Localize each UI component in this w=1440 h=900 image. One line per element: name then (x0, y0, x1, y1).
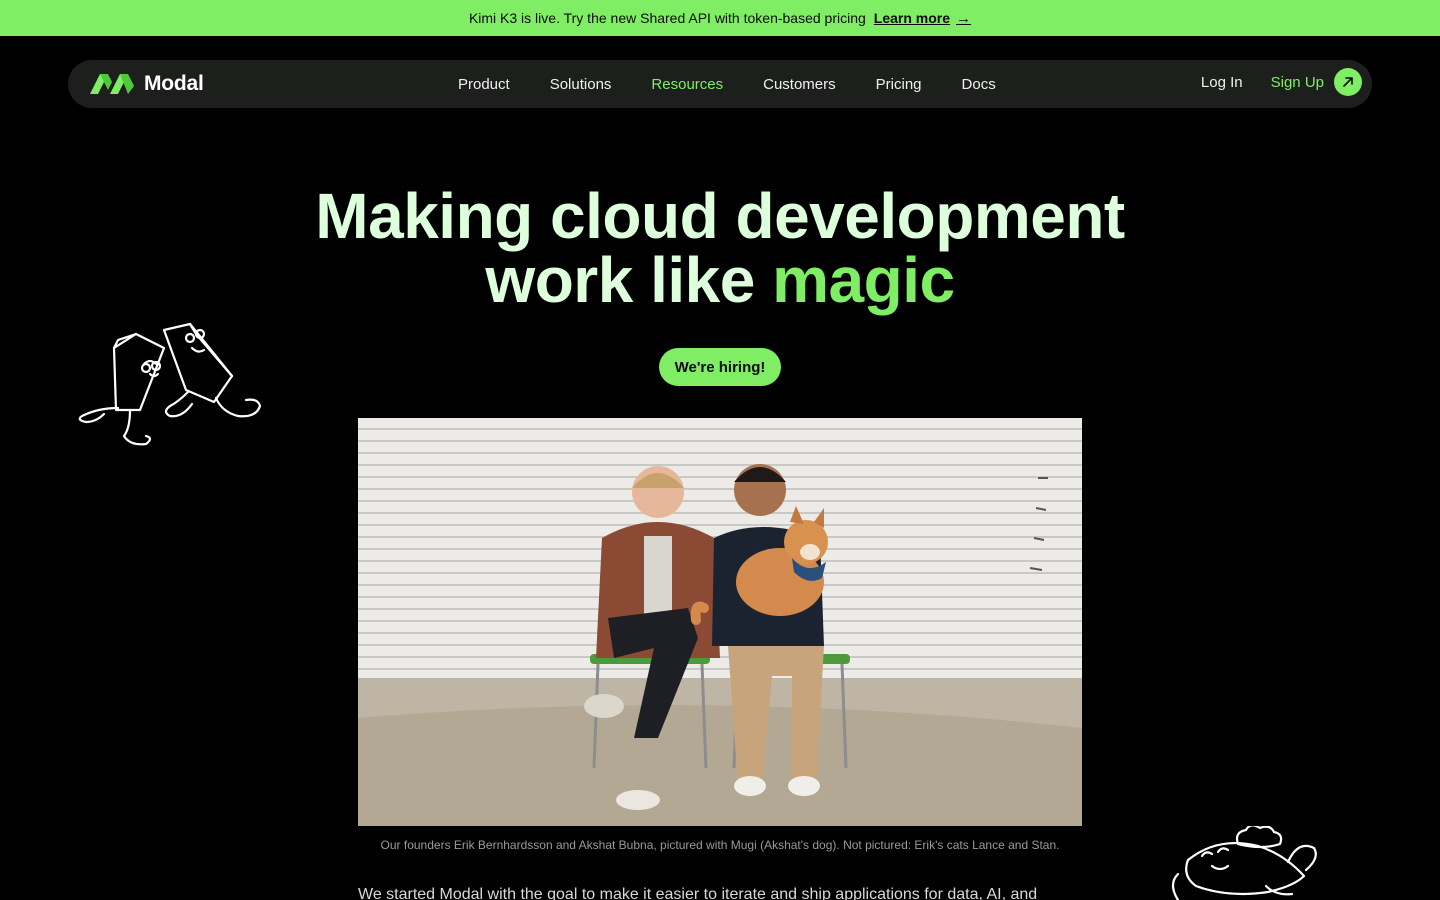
nav-item-docs[interactable]: Docs (962, 76, 996, 93)
flying-mascot-illustration (1171, 826, 1317, 900)
nav-links: Product Solutions Resources Customers Pr… (458, 60, 996, 108)
nav-item-customers[interactable]: Customers (763, 76, 836, 93)
signup-label: Sign Up (1270, 73, 1324, 91)
hero-line-2-prefix: work like (485, 244, 773, 316)
nav-item-pricing[interactable]: Pricing (876, 76, 922, 93)
arrow-up-right-icon (1334, 68, 1362, 96)
nav-item-resources[interactable]: Resources (651, 76, 723, 93)
arrow-right-icon: → (956, 9, 972, 27)
learn-more-link[interactable]: Learn more → (874, 10, 971, 27)
nav-item-solutions[interactable]: Solutions (550, 76, 612, 93)
login-link[interactable]: Log In (1201, 74, 1243, 91)
nav-item-product[interactable]: Product (458, 76, 510, 93)
nav-actions: Log In Sign Up (1201, 68, 1362, 96)
founders-photo (358, 418, 1082, 826)
logo-wordmark: Modal (144, 72, 204, 95)
intro-paragraph: We started Modal with the goal to make i… (358, 886, 1038, 900)
top-navigation: Modal Product Solutions Resources Custom… (68, 60, 1372, 108)
hero-highlight: magic (772, 244, 955, 316)
hero-line-1: Making cloud development (315, 180, 1125, 252)
modal-logo[interactable]: Modal (90, 72, 204, 96)
announcement-banner: Kimi K3 is live. Try the new Shared API … (0, 0, 1440, 36)
modal-logo-icon (90, 74, 134, 94)
banner-text: Kimi K3 is live. Try the new Shared API … (468, 10, 866, 26)
signup-button[interactable]: Sign Up (1271, 68, 1362, 96)
walking-blocks-illustration (78, 322, 262, 446)
learn-more-label: Learn more (873, 10, 951, 26)
hiring-button[interactable]: We're hiring! (659, 348, 781, 386)
hero-heading: Making cloud development work like magic (0, 184, 1440, 312)
